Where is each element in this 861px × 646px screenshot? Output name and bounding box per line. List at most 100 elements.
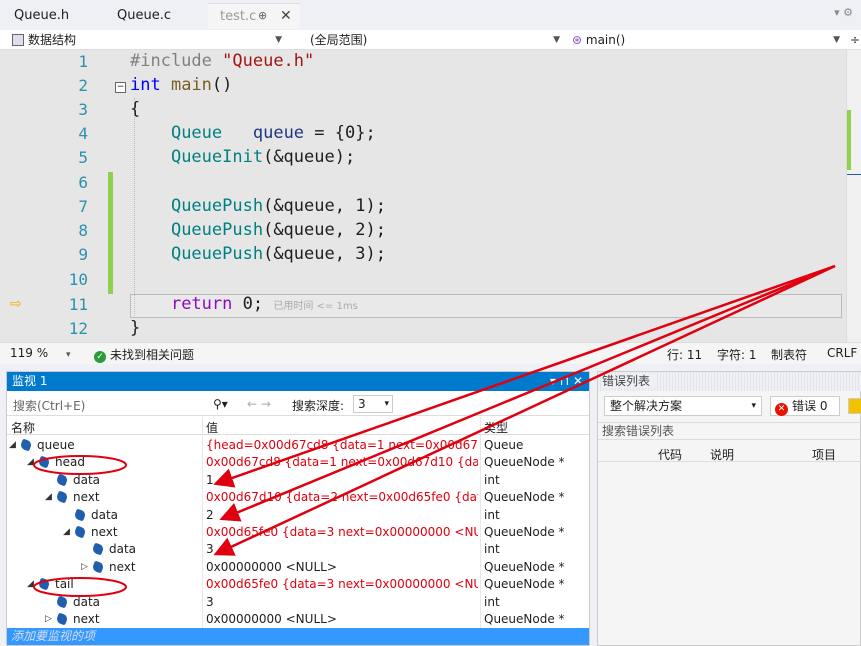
error-count-filter[interactable]: ✕ 错误 0 — [770, 396, 840, 416]
expand-icon[interactable]: ▷ — [45, 611, 52, 628]
elapsed-time-hint: 已用时间 <= 1ms — [273, 301, 358, 312]
field-icon — [91, 560, 105, 574]
field-icon — [37, 577, 51, 591]
expand-icon[interactable]: ▷ — [81, 559, 88, 576]
nav-arrows[interactable]: ← → — [247, 397, 271, 411]
error-icon: ✕ — [775, 403, 788, 416]
watch-row-name-text: head — [55, 455, 85, 470]
panel-window-buttons[interactable]: ▾ ⊓ ✕ — [550, 372, 583, 391]
tab-queue-c[interactable]: Queue.c — [105, 3, 183, 29]
char-indicator: 字符: 1 — [717, 348, 757, 362]
column-type-header[interactable]: 类型 — [484, 419, 508, 436]
close-icon[interactable]: ✕ — [280, 3, 292, 29]
search-input[interactable]: 搜索(Ctrl+E) — [13, 397, 85, 414]
add-watch-item[interactable]: 添加要监视的项 — [7, 628, 589, 645]
watch-row-type: Queue — [484, 438, 524, 452]
line-number: 7 — [78, 197, 88, 216]
code-editor[interactable]: ⇨ − 1 2 3 4 5 6 7 8 9 10 11 12 #include … — [0, 50, 846, 342]
eol-indicator[interactable]: CRLF — [827, 346, 857, 360]
function-dropdown[interactable]: ⊛ main() ▼ — [568, 31, 844, 49]
project-icon — [12, 34, 24, 46]
error-search-input[interactable]: 搜索错误列表 — [598, 422, 861, 440]
field-icon — [55, 612, 69, 626]
field-icon — [55, 490, 69, 504]
watch-row-value: 0x00000000 <NULL> — [206, 612, 337, 626]
watch-row-value: 0x00d67d10 {data=2 next=0x00d65fe0 {data… — [206, 490, 478, 505]
watch-row-name: queue — [19, 437, 75, 454]
watch-row-value: 0x00d65fe0 {data=3 next=0x00000000 <NULL… — [206, 525, 478, 539]
error-list-panel: 错误列表 整个解决方案 ▾ ✕ 错误 0 搜索错误列表 代码 说明 项目 — [597, 371, 861, 646]
watch-row[interactable]: data 3 int — [7, 594, 589, 611]
scroll-change-marker — [847, 110, 851, 170]
line-number: 8 — [78, 221, 88, 240]
column-code-header[interactable]: 代码 — [658, 446, 682, 463]
watch-row[interactable]: ◢ tail 0x00d65fe0 {data=3 next=0x00000000 … — [7, 576, 589, 593]
warning-icon[interactable] — [848, 398, 861, 414]
execution-arrow-icon: ⇨ — [10, 296, 22, 312]
line-number: 12 — [68, 319, 88, 338]
check-icon: ✓ — [94, 351, 106, 363]
project-dropdown[interactable]: 数据结构 ▼ — [8, 31, 286, 49]
tab-label: test.c — [220, 9, 257, 24]
search-icon[interactable]: ⚲▾ — [213, 397, 228, 411]
column-value-header[interactable]: 值 — [206, 419, 218, 436]
line-number: 9 — [78, 245, 88, 264]
collapse-icon[interactable]: − — [115, 82, 126, 93]
panel-splitter[interactable] — [0, 364, 861, 371]
column-name-header[interactable]: 名称 — [11, 419, 35, 436]
issues-indicator[interactable]: ✓ 未找到相关问题 — [94, 346, 194, 363]
line-number: 10 — [68, 270, 88, 289]
watch-row[interactable]: ◢ next 0x00d65fe0 {data=3 next=0x00000000 … — [7, 524, 589, 541]
field-icon — [37, 455, 51, 469]
watch-title-bar: 监视 1 ▾ ⊓ ✕ — [7, 372, 589, 391]
tab-queue-h[interactable]: Queue.h — [2, 3, 81, 29]
column-desc-header[interactable]: 说明 — [710, 446, 734, 463]
watch-row-name-text: next — [73, 612, 100, 626]
collapse-icon[interactable]: ◢ — [45, 489, 52, 506]
scope-name: (全局范围) — [310, 33, 368, 47]
watch-row[interactable]: ▷ next 0x00000000 <NULL> QueueNode * — [7, 611, 589, 628]
zoom-dropdown[interactable]: 119 % ▾ — [10, 346, 70, 360]
column-project-header[interactable]: 项目 — [812, 446, 836, 463]
watch-row-name: head — [37, 454, 85, 471]
pin-icon[interactable]: ⊕ — [258, 3, 267, 29]
watch-row-value: 1 — [206, 472, 214, 487]
collapse-icon[interactable]: ◢ — [9, 437, 16, 454]
watch-row-name-text: data — [73, 472, 101, 487]
watch-row[interactable]: data 3 int — [7, 541, 589, 558]
watch-row[interactable]: data 1 int — [7, 472, 589, 489]
watch-row[interactable]: ▷ next 0x00000000 <NULL> QueueNode * — [7, 559, 589, 576]
watch-row-name-text: next — [91, 525, 118, 539]
editor-scrollbar[interactable] — [846, 50, 861, 342]
watch-row[interactable]: data 2 int — [7, 507, 589, 524]
watch-row[interactable]: ◢ head 0x00d67cd8 {data=1 next=0x00d67d10 … — [7, 454, 589, 471]
code-line-8: QueuePush(&queue, 2); — [170, 220, 386, 240]
depth-dropdown[interactable]: 3 ▾ — [353, 395, 393, 413]
watch-row-type: int — [484, 594, 500, 609]
watch-row[interactable]: ◢ queue {head=0x00d67cd8 {data=1 next=0x00… — [7, 437, 589, 454]
collapse-icon[interactable]: ◢ — [27, 576, 34, 593]
error-scope-dropdown[interactable]: 整个解决方案 ▾ — [604, 396, 762, 416]
watch-row-name: next — [55, 611, 100, 628]
collapse-icon[interactable]: ◢ — [63, 524, 70, 541]
split-icon[interactable]: ÷ — [846, 31, 861, 49]
collapse-icon[interactable]: ◢ — [27, 454, 34, 471]
scope-dropdown[interactable]: (全局范围) ▼ — [306, 31, 564, 49]
watch-row-type: QueueNode * — [484, 612, 565, 626]
tab-overflow-icon[interactable]: ▾ ⚙ — [834, 6, 853, 19]
project-name: 数据结构 — [28, 33, 77, 47]
code-line-5: QueueInit(&queue); — [170, 147, 356, 167]
watch-row-value: 3 — [206, 594, 214, 609]
watch-title: 监视 1 — [12, 374, 48, 388]
tabs-indicator[interactable]: 制表符 — [771, 346, 807, 363]
watch-row-type: int — [484, 507, 500, 522]
watch-row-value: 0x00000000 <NULL> — [206, 559, 337, 574]
watch-row[interactable]: ◢ next 0x00d67d10 {data=2 next=0x00d65fe0 … — [7, 489, 589, 506]
watch-row-value: 3 — [206, 542, 214, 557]
code-line-12: } — [130, 318, 141, 338]
field-icon — [91, 542, 105, 556]
field-icon — [73, 508, 87, 522]
watch-search-bar: 搜索(Ctrl+E) ⚲▾ ← → 搜索深度: 3 ▾ — [7, 392, 589, 416]
watch-row-type: int — [484, 542, 500, 557]
watch-row-value: 2 — [206, 507, 214, 522]
